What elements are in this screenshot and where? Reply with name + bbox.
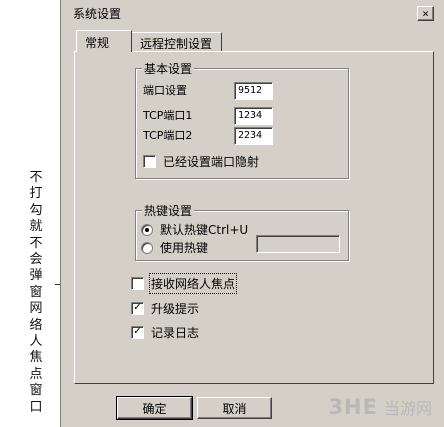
ok-button-label: 确定 xyxy=(142,401,167,416)
default-hotkey-label: 默认热键Ctrl+U xyxy=(160,223,249,237)
cancel-button-label: 取消 xyxy=(222,401,247,416)
tcp-port1-input[interactable]: 1234 xyxy=(234,107,273,125)
check-icon: ✓ xyxy=(133,302,142,313)
record-log-option[interactable]: ✓ 记录日志 xyxy=(131,324,199,341)
title-bar: 系统设置 × xyxy=(73,3,434,23)
receive-focus-option[interactable]: 接收网络人焦点 xyxy=(131,273,238,294)
custom-hotkey-radio[interactable] xyxy=(141,241,153,254)
check-icon: ✓ xyxy=(133,326,142,337)
hotkey-settings-group: 热键设置 默认热键Ctrl+U 使用热键 xyxy=(135,202,349,261)
tcp-port2-input[interactable]: 2234 xyxy=(234,127,273,145)
receive-focus-label: 接收网络人焦点 xyxy=(148,273,238,294)
tab-remote-control-label: 远程控制设置 xyxy=(140,37,213,51)
window-title: 系统设置 xyxy=(73,6,122,21)
tcp-port2-label: TCP端口2 xyxy=(143,129,193,142)
tcp-port1-label: TCP端口1 xyxy=(143,109,193,122)
watermark: 3HE 当游网 xyxy=(328,395,432,419)
cancel-button[interactable]: 取消 xyxy=(197,397,272,419)
annotation-text: 不打勾就不会弹窗网络人焦点窗口 xyxy=(29,170,43,415)
default-hotkey-radio[interactable] xyxy=(141,223,153,236)
hotkey-settings-legend: 热键设置 xyxy=(142,202,195,219)
close-icon: × xyxy=(422,6,429,20)
tab-remote-control[interactable]: 远程控制设置 xyxy=(132,32,222,52)
ok-button[interactable]: 确定 xyxy=(116,396,193,420)
default-hotkey-option[interactable]: 默认热键Ctrl+U xyxy=(141,221,248,238)
tab-general-label: 常规 xyxy=(85,36,110,50)
tab-general[interactable]: 常规 xyxy=(76,30,132,52)
receive-focus-checkbox[interactable] xyxy=(131,277,144,290)
port-mapping-option[interactable]: 已经设置端口隐射 xyxy=(143,153,259,170)
watermark-text: 当游网 xyxy=(383,399,432,418)
record-log-label: 记录日志 xyxy=(151,326,200,340)
port-setting-input[interactable]: 9512 xyxy=(234,82,273,100)
custom-hotkey-option[interactable]: 使用热键 xyxy=(141,239,208,256)
settings-dialog: 系统设置 × 常规 远程控制设置 基本设置 端口设置 9512 TCP端口1 1… xyxy=(60,0,444,427)
close-button[interactable]: × xyxy=(417,6,434,21)
basic-settings-legend: 基本设置 xyxy=(142,60,195,77)
custom-hotkey-input[interactable] xyxy=(256,235,340,253)
basic-settings-group: 基本设置 端口设置 9512 TCP端口1 1234 TCP端口2 2234 已… xyxy=(135,60,349,179)
port-mapping-checkbox[interactable] xyxy=(143,155,156,168)
upgrade-prompt-checkbox[interactable]: ✓ xyxy=(131,302,144,315)
record-log-checkbox[interactable]: ✓ xyxy=(131,326,144,339)
custom-hotkey-label: 使用热键 xyxy=(160,241,209,255)
upgrade-prompt-label: 升级提示 xyxy=(151,302,200,316)
watermark-logo: 3HE xyxy=(328,395,378,419)
port-mapping-label: 已经设置端口隐射 xyxy=(163,155,260,169)
upgrade-prompt-option[interactable]: ✓ 升级提示 xyxy=(131,300,199,317)
port-setting-label: 端口设置 xyxy=(143,84,187,97)
general-tab-panel: 基本设置 端口设置 9512 TCP端口1 1234 TCP端口2 2234 已… xyxy=(74,51,434,384)
